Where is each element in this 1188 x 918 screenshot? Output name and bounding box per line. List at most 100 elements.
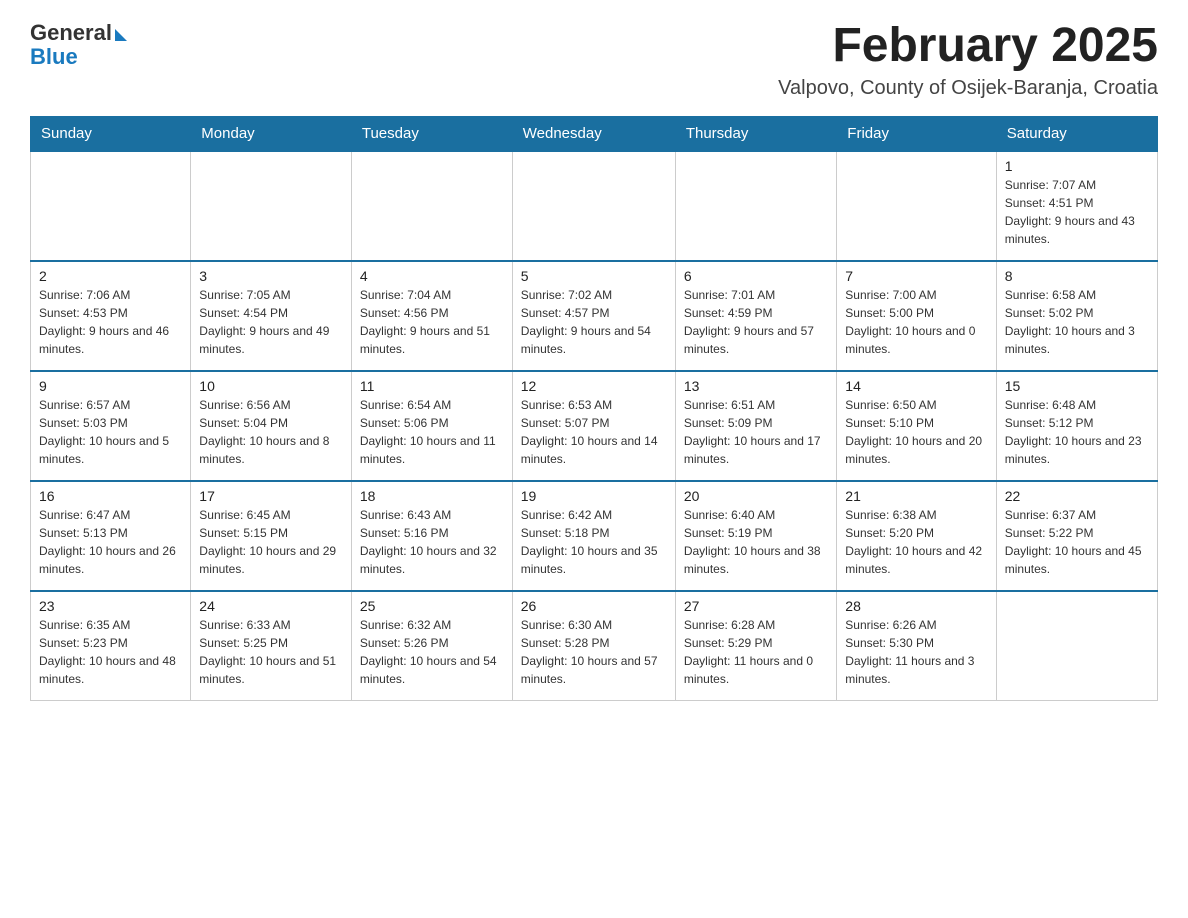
day-number: 10 xyxy=(199,378,343,394)
day-info: Sunrise: 6:37 AM Sunset: 5:22 PM Dayligh… xyxy=(1005,506,1149,578)
day-number: 11 xyxy=(360,378,504,394)
day-number: 14 xyxy=(845,378,987,394)
day-number: 25 xyxy=(360,598,504,614)
day-info: Sunrise: 7:05 AM Sunset: 4:54 PM Dayligh… xyxy=(199,286,343,358)
day-info: Sunrise: 6:33 AM Sunset: 5:25 PM Dayligh… xyxy=(199,616,343,688)
col-wednesday: Wednesday xyxy=(512,116,675,151)
table-cell: 10 Sunrise: 6:56 AM Sunset: 5:04 PM Dayli… xyxy=(191,371,352,481)
day-info: Sunrise: 7:00 AM Sunset: 5:00 PM Dayligh… xyxy=(845,286,987,358)
day-info: Sunrise: 6:47 AM Sunset: 5:13 PM Dayligh… xyxy=(39,506,182,578)
col-saturday: Saturday xyxy=(996,116,1157,151)
table-cell: 23 Sunrise: 6:35 AM Sunset: 5:23 PM Dayli… xyxy=(31,591,191,701)
day-number: 3 xyxy=(199,268,343,284)
day-number: 5 xyxy=(521,268,667,284)
day-number: 20 xyxy=(684,488,828,504)
table-cell: 12 Sunrise: 6:53 AM Sunset: 5:07 PM Dayli… xyxy=(512,371,675,481)
table-cell: 8 Sunrise: 6:58 AM Sunset: 5:02 PM Daylig… xyxy=(996,261,1157,371)
day-number: 15 xyxy=(1005,378,1149,394)
day-number: 7 xyxy=(845,268,987,284)
calendar-week-row: 9 Sunrise: 6:57 AM Sunset: 5:03 PM Daylig… xyxy=(31,371,1158,481)
table-cell: 4 Sunrise: 7:04 AM Sunset: 4:56 PM Daylig… xyxy=(351,261,512,371)
day-info: Sunrise: 6:30 AM Sunset: 5:28 PM Dayligh… xyxy=(521,616,667,688)
month-title: February 2025 xyxy=(778,20,1158,73)
table-cell: 1Sunrise: 7:07 AM Sunset: 4:51 PM Daylig… xyxy=(996,151,1157,261)
day-number: 13 xyxy=(684,378,828,394)
day-info: Sunrise: 6:43 AM Sunset: 5:16 PM Dayligh… xyxy=(360,506,504,578)
day-info: Sunrise: 6:26 AM Sunset: 5:30 PM Dayligh… xyxy=(845,616,987,688)
table-cell: 6Sunrise: 7:01 AM Sunset: 4:59 PM Daylig… xyxy=(675,261,836,371)
day-info: Sunrise: 6:40 AM Sunset: 5:19 PM Dayligh… xyxy=(684,506,828,578)
day-info: Sunrise: 6:35 AM Sunset: 5:23 PM Dayligh… xyxy=(39,616,182,688)
day-number: 17 xyxy=(199,488,343,504)
table-cell xyxy=(837,151,996,261)
logo: General Blue xyxy=(30,20,127,70)
col-sunday: Sunday xyxy=(31,116,191,151)
day-number: 22 xyxy=(1005,488,1149,504)
table-cell: 25 Sunrise: 6:32 AM Sunset: 5:26 PM Dayli… xyxy=(351,591,512,701)
day-info: Sunrise: 6:56 AM Sunset: 5:04 PM Dayligh… xyxy=(199,396,343,468)
calendar-week-row: 16Sunrise: 6:47 AM Sunset: 5:13 PM Dayli… xyxy=(31,481,1158,591)
table-cell: 18 Sunrise: 6:43 AM Sunset: 5:16 PM Dayli… xyxy=(351,481,512,591)
day-info: Sunrise: 7:02 AM Sunset: 4:57 PM Dayligh… xyxy=(521,286,667,358)
col-tuesday: Tuesday xyxy=(351,116,512,151)
table-cell xyxy=(996,591,1157,701)
day-number: 4 xyxy=(360,268,504,284)
table-cell: 9 Sunrise: 6:57 AM Sunset: 5:03 PM Daylig… xyxy=(31,371,191,481)
table-cell: 5 Sunrise: 7:02 AM Sunset: 4:57 PM Daylig… xyxy=(512,261,675,371)
table-cell xyxy=(31,151,191,261)
day-info: Sunrise: 6:58 AM Sunset: 5:02 PM Dayligh… xyxy=(1005,286,1149,358)
day-number: 1 xyxy=(1005,158,1149,174)
day-info: Sunrise: 6:45 AM Sunset: 5:15 PM Dayligh… xyxy=(199,506,343,578)
day-info: Sunrise: 6:54 AM Sunset: 5:06 PM Dayligh… xyxy=(360,396,504,468)
day-number: 19 xyxy=(521,488,667,504)
day-info: Sunrise: 6:51 AM Sunset: 5:09 PM Dayligh… xyxy=(684,396,828,468)
day-info: Sunrise: 7:04 AM Sunset: 4:56 PM Dayligh… xyxy=(360,286,504,358)
calendar-table: Sunday Monday Tuesday Wednesday Thursday… xyxy=(30,116,1158,702)
logo-arrow-icon xyxy=(115,29,127,41)
table-cell: 19 Sunrise: 6:42 AM Sunset: 5:18 PM Dayli… xyxy=(512,481,675,591)
logo-general-text: General xyxy=(30,20,112,46)
day-number: 2 xyxy=(39,268,182,284)
calendar-week-row: 23 Sunrise: 6:35 AM Sunset: 5:23 PM Dayli… xyxy=(31,591,1158,701)
table-cell xyxy=(512,151,675,261)
day-info: Sunrise: 6:53 AM Sunset: 5:07 PM Dayligh… xyxy=(521,396,667,468)
day-info: Sunrise: 6:57 AM Sunset: 5:03 PM Dayligh… xyxy=(39,396,182,468)
location-title: Valpovo, County of Osijek-Baranja, Croat… xyxy=(778,77,1158,100)
title-section: February 2025 Valpovo, County of Osijek-… xyxy=(778,20,1158,100)
day-info: Sunrise: 7:06 AM Sunset: 4:53 PM Dayligh… xyxy=(39,286,182,358)
calendar-week-row: 1Sunrise: 7:07 AM Sunset: 4:51 PM Daylig… xyxy=(31,151,1158,261)
calendar-week-row: 2 Sunrise: 7:06 AM Sunset: 4:53 PM Daylig… xyxy=(31,261,1158,371)
table-cell: 27Sunrise: 6:28 AM Sunset: 5:29 PM Dayli… xyxy=(675,591,836,701)
day-number: 21 xyxy=(845,488,987,504)
page-header: General Blue February 2025 Valpovo, Coun… xyxy=(30,20,1158,100)
table-cell: 20 Sunrise: 6:40 AM Sunset: 5:19 PM Dayli… xyxy=(675,481,836,591)
table-cell: 2 Sunrise: 7:06 AM Sunset: 4:53 PM Daylig… xyxy=(31,261,191,371)
day-number: 28 xyxy=(845,598,987,614)
day-number: 6 xyxy=(684,268,828,284)
table-cell: 7 Sunrise: 7:00 AM Sunset: 5:00 PM Daylig… xyxy=(837,261,996,371)
table-cell: 26 Sunrise: 6:30 AM Sunset: 5:28 PM Dayli… xyxy=(512,591,675,701)
day-number: 18 xyxy=(360,488,504,504)
table-cell: 14 Sunrise: 6:50 AM Sunset: 5:10 PM Dayli… xyxy=(837,371,996,481)
day-info: Sunrise: 6:50 AM Sunset: 5:10 PM Dayligh… xyxy=(845,396,987,468)
day-number: 8 xyxy=(1005,268,1149,284)
table-cell: 11 Sunrise: 6:54 AM Sunset: 5:06 PM Dayli… xyxy=(351,371,512,481)
table-cell: 13 Sunrise: 6:51 AM Sunset: 5:09 PM Dayli… xyxy=(675,371,836,481)
day-number: 23 xyxy=(39,598,182,614)
table-cell: 21Sunrise: 6:38 AM Sunset: 5:20 PM Dayli… xyxy=(837,481,996,591)
day-number: 9 xyxy=(39,378,182,394)
table-cell: 15Sunrise: 6:48 AM Sunset: 5:12 PM Dayli… xyxy=(996,371,1157,481)
table-cell: 22 Sunrise: 6:37 AM Sunset: 5:22 PM Dayli… xyxy=(996,481,1157,591)
day-number: 27 xyxy=(684,598,828,614)
table-cell: 28 Sunrise: 6:26 AM Sunset: 5:30 PM Dayli… xyxy=(837,591,996,701)
table-cell xyxy=(675,151,836,261)
table-cell: 3 Sunrise: 7:05 AM Sunset: 4:54 PM Daylig… xyxy=(191,261,352,371)
day-info: Sunrise: 6:42 AM Sunset: 5:18 PM Dayligh… xyxy=(521,506,667,578)
table-cell xyxy=(351,151,512,261)
day-number: 26 xyxy=(521,598,667,614)
col-friday: Friday xyxy=(837,116,996,151)
day-info: Sunrise: 6:32 AM Sunset: 5:26 PM Dayligh… xyxy=(360,616,504,688)
day-number: 12 xyxy=(521,378,667,394)
day-number: 24 xyxy=(199,598,343,614)
col-monday: Monday xyxy=(191,116,352,151)
